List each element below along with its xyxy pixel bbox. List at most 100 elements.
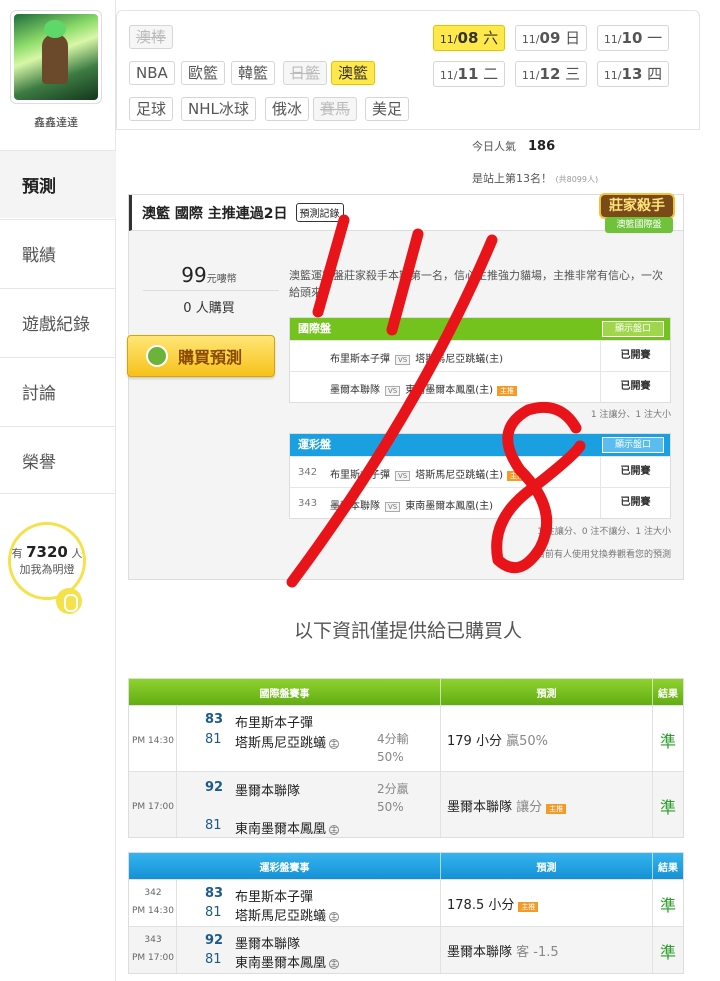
handicap-pct: 50% [377,750,404,764]
sport-tab-aus-baseball[interactable]: 澳棒 [129,25,174,49]
pick-wrap: 178.5 小分 主推 [447,894,539,913]
home-team-wrap: 東南墨爾本鳳凰主 [235,952,340,971]
match-status: 已開賽 [600,372,670,402]
lottery-match-table: 運彩盤 顯示盤口 342 布里斯本子彈 VS 塔斯馬尼亞跳蟻(主) 主推 已開賽 343 墨爾… [289,433,671,519]
price: 99元嘍幣 [129,263,289,287]
match-time: PM 14:30 [132,906,174,916]
date-tab-1111[interactable]: 11/11 二 [433,61,505,87]
home-score: 81 [205,952,222,967]
date-tab-1109[interactable]: 11/09 日 [515,25,587,51]
show-odds-button[interactable]: 顯示盤口 [602,321,664,337]
prediction-description: 澳籃運彩盤莊家殺手本期第一名，信心主推強力貓場，主推非常有信心，一次給頭來。 [289,269,663,299]
date-day: 08 [457,29,479,47]
col-match: 運彩盤賽事 [129,853,441,879]
pick-wrap: 墨爾本聯隊 讓分 主推 [447,796,567,815]
away-score: 92 [205,933,224,948]
popularity: 今日人氣 186 [472,138,555,154]
date-weekday: 四 [647,65,663,83]
nav-honor[interactable]: 榮譽 [0,426,116,494]
sport-tab-nba[interactable]: NBA [129,61,175,85]
away-score: 83 [205,712,224,727]
date-month: 11/ [521,33,540,46]
lottery-results-table: 運彩盤賽事 預測 結果 342 PM 14:30 83 布里斯本子彈 81 塔斯馬… [128,852,684,974]
sport-tab-kor-basket[interactable]: 韓籃 [231,61,276,85]
fans-suffix: 人 [71,547,83,560]
home-team: 塔斯馬尼亞跳蟻 [235,909,327,924]
fans-prefix: 有 [11,547,23,560]
main-pick-badge: 主推 [546,804,567,814]
home-score: 81 [205,818,222,833]
date-month: 11/ [603,33,622,46]
match-status: 已開賽 [600,488,670,518]
match-row: 342 布里斯本子彈 VS 塔斯馬尼亞跳蟻(主) 主推 已開賽 [290,456,670,487]
date-day: 11 [457,65,479,83]
date-tab-1108[interactable]: 11/08 六 [433,25,505,51]
col-pick: 預測 [441,853,653,879]
prediction-record-link[interactable]: 預測記錄 [295,203,344,222]
buy-prediction-button[interactable]: 購買預測 [127,335,275,377]
nav-predict[interactable]: 預測 [0,150,116,218]
show-odds-button[interactable]: 顯示盤口 [602,437,664,453]
main-pick-badge: 主推 [507,471,528,481]
nav-game-log[interactable]: 遊戲紀錄 [0,288,116,356]
date-tab-1110[interactable]: 11/10 一 [597,25,669,51]
nav-discuss[interactable]: 討論 [0,357,116,425]
fans-count: 7320 [26,543,68,561]
nav-record[interactable]: 戰績 [0,219,116,287]
page: 鑫鑫達達 預測 戰績 遊戲紀錄 討論 榮譽 有 7320 人 加我為明燈 澳棒 … [0,0,720,981]
lottery-table-title: 運彩盤 [298,438,331,451]
table-row: PM 17:00 92 墨爾本聯隊 81 東南墨爾本鳳凰主 2分贏 50% 墨爾本… [129,771,683,837]
match-teams: 墨爾本聯隊 VS 東南墨爾本鳳凰(主) [330,497,600,512]
sport-tab-horse-racing[interactable]: 賽馬 [313,97,358,121]
match-time: PM 17:00 [132,802,174,812]
home-mark-icon: 主 [329,738,340,749]
divider [143,290,279,291]
away-team: 墨爾本聯隊 [330,501,380,512]
sport-tab-nfl[interactable]: 美足 [365,97,410,121]
avatar[interactable] [10,10,102,104]
buyer-count: 0 人購買 [129,297,289,316]
col-result: 結果 [658,688,678,700]
home-team: 東南墨爾本鳳凰(主) [405,385,494,396]
away-score: 83 [205,886,224,901]
home-team: 東南墨爾本鳳凰 [235,822,327,837]
match-cell: 83 布里斯本子彈 81 塔斯馬尼亞跳蟻主 [177,880,441,926]
home-team-wrap: 塔斯馬尼亞跳蟻主 [235,732,340,751]
pick-note: 贏50% [506,734,548,749]
home-team: 塔斯馬尼亞跳蟻(主) [415,354,504,365]
result: 準 [659,896,676,915]
pick-cell: 墨爾本聯隊 讓分 主推 [441,772,653,837]
date-day: 09 [539,29,561,47]
sport-tab-nhl[interactable]: NHL冰球 [181,97,256,121]
home-team: 塔斯馬尼亞跳蟻 [235,736,327,751]
match-status: 已開賽 [600,341,670,371]
sport-tab-euro-basket[interactable]: 歐籃 [181,61,226,85]
price-unit: 元嘍幣 [206,274,237,285]
handicap-pct: 50% [377,800,404,814]
pick-cell: 179 小分 贏50% [441,706,653,771]
vs-icon: VS [395,355,411,365]
fans-cta: 加我為明燈 [19,563,75,576]
intl-footer: 1 注讓分、1 注大小 [590,410,671,420]
date-tab-1113[interactable]: 11/13 四 [597,61,669,87]
sport-tab-jpn-basket[interactable]: 日籃 [283,61,328,85]
home-team: 東南墨爾本鳳凰(主) [405,501,494,512]
pick: 墨爾本聯隊 [447,945,513,960]
vs-icon: VS [395,471,411,481]
badge-title: 莊家殺手 [599,193,675,219]
home-mark-icon: 主 [329,824,340,835]
buy-label: 購買預測 [178,348,243,367]
match-teams: 布里斯本子彈 VS 塔斯馬尼亞跳蟻(主) [330,350,600,365]
sport-tab-rus-hockey[interactable]: 俄冰 [265,97,310,121]
table-header: 國際盤賽事 預測 結果 [129,679,683,705]
sport-tab-soccer[interactable]: 足球 [129,97,174,121]
handicap-line: 4分輸 [377,732,409,746]
pick-wrap: 179 小分 贏50% [447,730,548,749]
date-weekday: 二 [483,65,499,83]
date-tab-1112[interactable]: 11/12 三 [515,61,587,87]
sport-tab-aus-basket[interactable]: 澳籃 [331,61,376,85]
result-cell: 準 [653,706,683,771]
match-teams: 布里斯本子彈 VS 塔斯馬尼亞跳蟻(主) 主推 [330,466,600,481]
intl-table-title: 國際盤 [298,322,331,335]
popularity-label: 今日人氣 [472,140,516,153]
